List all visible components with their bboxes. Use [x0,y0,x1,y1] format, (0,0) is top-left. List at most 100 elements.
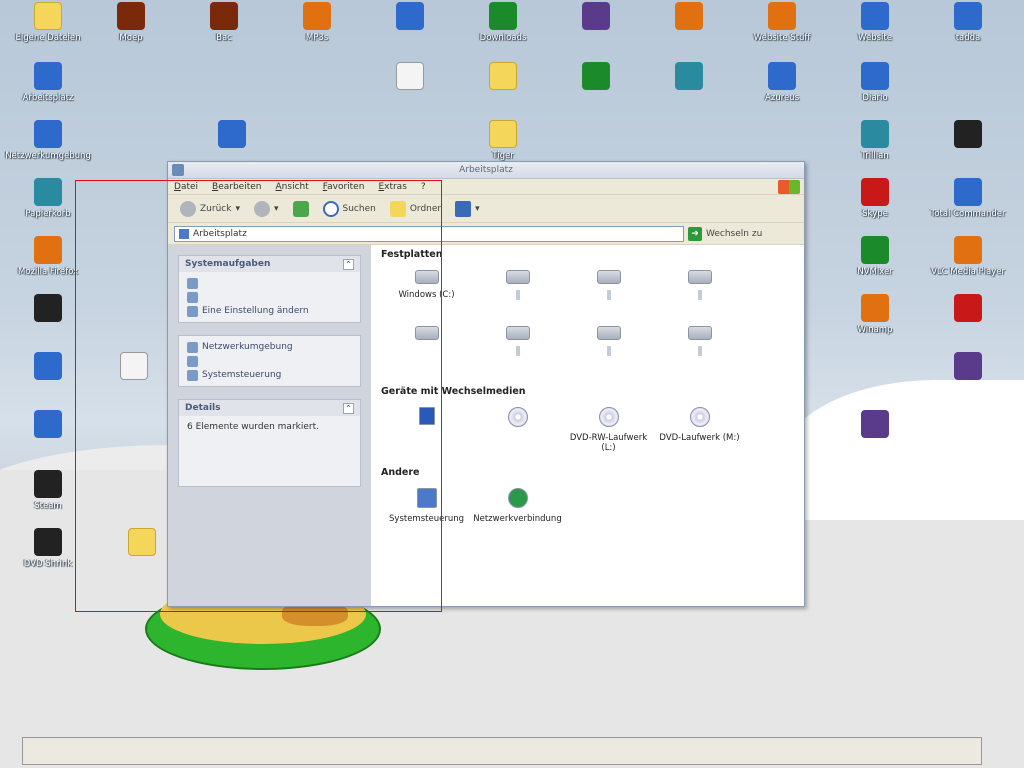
folder-up-icon [292,200,309,217]
desktop-shortcut[interactable]: Bac [176,2,272,43]
desktop-shortcut[interactable] [641,62,737,93]
drive-item[interactable]: DVD-Laufwerk (M:) [654,403,745,459]
desktop-shortcut[interactable]: DVD Shrink [0,528,96,569]
system-tasks-header[interactable]: Systemaufgaben ⌃ [179,256,360,272]
desktop-shortcut[interactable]: Winamp [827,294,923,335]
search-button[interactable]: Suchen [319,199,380,219]
drive-item[interactable] [472,322,563,378]
window-title: Arbeitsplatz [459,165,513,175]
desktop-shortcut[interactable]: Total Commander [920,178,1016,219]
desktop-shortcut[interactable]: Moep [83,2,179,43]
drive-group: DVD-RW-Laufwerk (L:) DVD-Laufwerk (M:) [381,403,794,459]
task-item[interactable]: Eine Einstellung ändern [187,304,352,318]
desktop-shortcut[interactable]: Downloads [455,2,551,43]
desktop-shortcut[interactable]: Skype [827,178,923,219]
forward-arrow-icon [253,200,270,217]
forward-button[interactable]: ▾ [250,199,283,219]
desktop-shortcut[interactable]: Netzwerkumgebung [0,120,96,161]
desktop-shortcut[interactable] [455,62,551,93]
drive-item[interactable] [654,266,745,322]
desktop-shortcut[interactable] [184,120,280,151]
drive-item[interactable] [654,322,745,378]
desktop-shortcut[interactable]: Arbeitsplatz [0,62,96,103]
collapse-icon[interactable]: ⌃ [343,258,354,270]
address-input[interactable]: Arbeitsplatz [174,225,684,242]
back-button[interactable]: Zurück ▾ [176,199,244,219]
go-button[interactable]: ➜ Wechseln zu [688,226,762,241]
desktop-shortcut-label: Tiger [492,151,514,161]
desktop-shortcut[interactable]: Azureus [734,62,830,103]
views-button[interactable]: ▾ [451,199,484,219]
desktop-shortcut[interactable] [920,120,1016,151]
tiger-icon [489,120,517,148]
place-item[interactable] [187,354,352,368]
geplante-anschaffungen-icon [489,62,517,90]
drive-item[interactable] [381,322,472,378]
desktop-shortcut[interactable]: Eigene Dateien [0,2,96,43]
drive-item[interactable] [472,403,563,459]
desktop-shortcut[interactable]: tadda [920,2,1016,43]
up-button[interactable] [289,199,313,219]
drive-label [515,346,520,356]
desktop-shortcut-label: Downloads [479,33,527,43]
desktop-shortcut-label: Netzwerkumgebung [5,151,91,161]
details-header[interactable]: Details ⌃ [179,400,360,416]
desktop-shortcut[interactable] [920,352,1016,383]
drive-item[interactable]: DVD-RW-Laufwerk (L:) [563,403,654,459]
desktop-shortcut[interactable] [0,352,96,383]
drive-item[interactable]: Systemsteuerung [381,484,472,540]
drive-item[interactable] [381,403,472,459]
drive-item[interactable] [563,266,654,322]
task-item[interactable] [187,276,352,290]
arbeitsplatz-icon [34,62,62,90]
desktop-shortcut[interactable]: Website Stuff [734,2,830,43]
desktop-shortcut[interactable]: Steam [0,470,96,511]
desktop-shortcut[interactable] [920,294,1016,325]
desktop-shortcut[interactable] [362,62,458,93]
drive-item[interactable]: Netzwerkverbindung [472,484,563,540]
desktop-shortcut[interactable]: NVMixer [827,236,923,277]
desktop-shortcut-label: Eigene Dateien [15,33,81,43]
desktop-shortcut[interactable]: Trillian [827,120,923,161]
desktop-shortcut[interactable] [548,62,644,93]
collapse-icon[interactable]: ⌃ [343,402,354,414]
menu-file[interactable]: Datei [174,182,198,192]
desktop-shortcut[interactable] [827,410,923,441]
explorer-window[interactable]: Arbeitsplatz Datei Bearbeiten Ansicht Fa… [167,161,805,607]
computer-icon [172,164,184,176]
drive-item[interactable] [472,266,563,322]
menu-help[interactable]: ? [421,182,426,192]
tadda-icon [954,2,982,30]
task-item[interactable] [187,290,352,304]
desktop-shortcut[interactable]: Papierkorb [0,178,96,219]
desktop-shortcut[interactable] [362,2,458,33]
desktop-shortcut[interactable]: MP3s [269,2,365,43]
task-icon [187,277,198,289]
menu-view[interactable]: Ansicht [276,182,309,192]
desktop-shortcut[interactable]: Tiger [455,120,551,161]
floppy-icon [418,407,435,425]
desktop-shortcut[interactable]: Mozilla Firefox [0,236,96,277]
desktop-shortcut[interactable] [0,294,96,325]
drive-item[interactable] [563,322,654,378]
drive-label [606,290,611,300]
desktop-shortcut[interactable] [0,410,96,441]
menu-favorites[interactable]: Favoriten [323,182,365,192]
place-item[interactable]: Systemsteuerung [187,368,352,382]
sachen-fuer-prjc-icon [954,120,982,148]
desktop-shortcut-label: Website Stuff [753,33,811,43]
desktop-shortcut[interactable] [641,2,737,33]
menu-edit[interactable]: Bearbeiten [212,182,261,192]
drive-item[interactable]: Windows (C:) [381,266,472,322]
drive-group: Windows (C:) [381,266,794,378]
drive-label [697,290,702,300]
folders-button[interactable]: Ordner [386,199,445,219]
desktop-shortcut[interactable] [548,2,644,33]
desktop-shortcut[interactable]: Website [827,2,923,43]
desktop-shortcut[interactable]: VLC Media Player [920,236,1016,277]
desktop-shortcut[interactable]: Diario [827,62,923,103]
menu-tools[interactable]: Extras [378,182,406,192]
place-item[interactable]: Netzwerkumgebung [187,340,352,354]
details-title: Details [185,403,221,413]
window-titlebar[interactable]: Arbeitsplatz [168,162,804,179]
